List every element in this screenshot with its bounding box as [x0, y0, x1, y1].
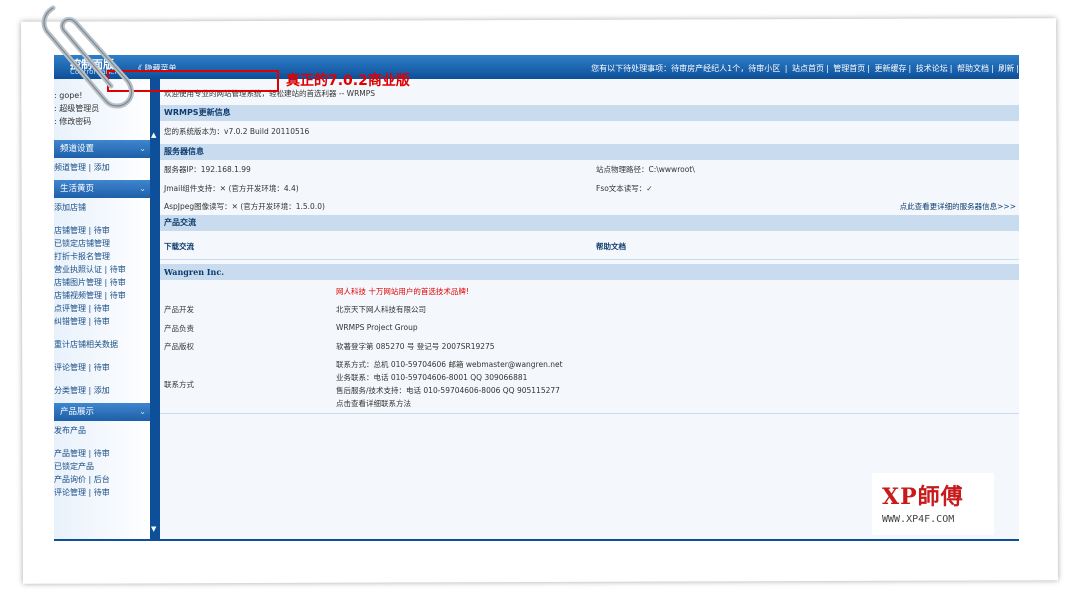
pending-tasks-text[interactable]: 您有以下待处理事项：待审房产经纪人1个，待审小区	[591, 64, 780, 73]
sidebar-item[interactable]: 产品询价 | 后台	[54, 473, 150, 486]
sidebar-item[interactable]: 点评管理 | 待审	[54, 302, 150, 315]
sidebar-items-channel: 频道管理 | 添加	[54, 158, 150, 174]
divider	[160, 413, 1019, 414]
sidebar-item[interactable]: 打折卡报名管理	[54, 250, 150, 263]
watermark-url: WWW.XP4F.COM	[882, 514, 955, 525]
sidebar-item[interactable]: 分类管理 | 添加	[54, 384, 150, 397]
main-content: 欢迎使用专业的网站管理系统，轻松建站的首选利器 -- WRMPS WRMPS更新…	[160, 79, 1019, 541]
top-link-update-cache[interactable]: 更新缓存	[875, 64, 907, 73]
version-text: 您的系统版本为：v7.0.2 Build 20110516	[164, 127, 310, 136]
sidebar-item[interactable]: 店铺视频管理 | 待审	[54, 289, 150, 302]
divider	[160, 259, 1019, 260]
top-link-refresh[interactable]: 刷新	[998, 64, 1014, 73]
sidebar-items-yellowpages: 添加店铺 店铺管理 | 待审 已锁定店铺管理 打折卡报名管理 营业执照认证 | …	[54, 198, 150, 397]
sidebar-item[interactable]: 已锁定产品	[54, 460, 150, 473]
chevron-down-icon: ⌄	[139, 144, 146, 153]
top-link-help[interactable]: 帮助文档	[957, 64, 989, 73]
watermark-logo: XP師傅 WWW.XP4F.COM	[872, 473, 994, 535]
contact-label: 联系方式	[164, 380, 194, 389]
sidebar-item[interactable]: 发布产品	[54, 424, 150, 437]
contact-line: 业务联系：电话 010-59704606-8001 QQ 309066881	[336, 373, 528, 382]
sidebar-item[interactable]: 店铺图片管理 | 待审	[54, 276, 150, 289]
sidebar-item[interactable]: 产品管理 | 待审	[54, 447, 150, 460]
sidebar-item[interactable]: 评论管理 | 待审	[54, 361, 150, 374]
contact-details-link[interactable]: 点击查看详细联系方法	[336, 398, 411, 409]
sidebar-item[interactable]: 已锁定店铺管理	[54, 237, 150, 250]
site-path: 站点物理路径：C:\wwwroot\	[596, 165, 695, 174]
sidebar-item[interactable]: 评论管理 | 待审	[54, 486, 150, 499]
dev-label: 产品开发	[164, 305, 194, 314]
sidebar-section-yellowpages[interactable]: 生活黄页 ⌄	[54, 180, 150, 198]
sidebar-section-channel[interactable]: 频道设置 ⌄	[54, 140, 150, 158]
sidebar-scrollbar[interactable]: ▲ ▼	[150, 79, 160, 541]
sidebar-item[interactable]: 频道管理 | 添加	[54, 161, 150, 174]
contact-line: 联系方式：总机 010-59704606 邮箱 webmaster@wangre…	[336, 360, 563, 369]
paperclip-icon	[41, 5, 135, 109]
top-link-admin-home[interactable]: 管理首页	[833, 64, 865, 73]
more-server-info-link[interactable]: 点此查看更详细的服务器信息>>>	[900, 201, 1016, 212]
fso-support: Fso文本读写：✓	[596, 184, 653, 193]
change-password-link[interactable]: : 修改密码	[54, 115, 150, 128]
sidebar-item[interactable]: 重计店铺相关数据	[54, 338, 150, 351]
sidebar: : gope! : 超级管理员 : 修改密码 频道设置 ⌄ 频道管理 | 添加 …	[54, 79, 150, 541]
chevron-down-icon: ⌄	[139, 407, 146, 416]
lead-value: WRMPS Project Group	[336, 323, 418, 332]
top-links: 您有以下待处理事项：待审房产经纪人1个，待审小区 | 站点首页 | 管理首页 | 更…	[591, 64, 1019, 73]
product-exchange-header: 产品交流	[160, 215, 1019, 231]
aspjpeg-support: AspJpeg图像读写：✕ (官方开发环境：1.5.0.0)	[164, 202, 325, 211]
scroll-up-arrow-icon[interactable]: ▲	[151, 131, 156, 139]
sidebar-item[interactable]: 添加店铺	[54, 201, 150, 214]
jmail-support: Jmail组件支持：✕ (官方开发环境：4.4)	[164, 184, 299, 193]
bottom-border	[54, 539, 1019, 541]
copyright-label: 产品版权	[164, 342, 194, 351]
top-link-forum[interactable]: 技术论坛	[916, 64, 948, 73]
admin-screenshot: 控制面版 Control Panel 《 隐藏菜单 您有以下待处理事项：待审房产…	[54, 55, 1019, 541]
top-link-site-home[interactable]: 站点首页	[792, 64, 824, 73]
update-info-header: WRMPS更新信息	[160, 105, 1019, 121]
lead-label: 产品负责	[164, 324, 194, 333]
help-doc-link[interactable]: 帮助文档	[596, 241, 626, 252]
sidebar-section-title: 频道设置	[60, 144, 95, 154]
scroll-down-arrow-icon[interactable]: ▼	[151, 525, 156, 533]
copyright-value: 软著登字第 085270 号 登记号 2007SR19275	[336, 342, 495, 351]
chevron-down-icon: ⌄	[139, 184, 146, 193]
sidebar-item[interactable]: 营业执照认证 | 待审	[54, 263, 150, 276]
server-ip: 服务器IP：192.168.1.99	[164, 165, 251, 174]
version-annotation: 真正的7.0.2商业版	[286, 73, 410, 89]
sidebar-section-title: 产品展示	[60, 407, 95, 417]
sidebar-item[interactable]: 纠错管理 | 待审	[54, 315, 150, 328]
sidebar-section-products[interactable]: 产品展示 ⌄	[54, 403, 150, 421]
dev-value: 北京天下网人科技有限公司	[336, 305, 426, 314]
watermark-title: XP師傅	[882, 484, 964, 510]
company-header: Wangren Inc.	[160, 264, 1019, 280]
slogan-text: 网人科技 十万网站用户的首选技术品牌!	[336, 287, 469, 296]
sidebar-item[interactable]: 店铺管理 | 待审	[54, 224, 150, 237]
download-link[interactable]: 下载交流	[164, 241, 194, 252]
contact-line: 售后服务/技术支持：电话 010-59704606-8006 QQ 905115…	[336, 386, 560, 395]
sidebar-section-title: 生活黄页	[60, 184, 95, 194]
sidebar-items-products: 发布产品 产品管理 | 待审 已锁定产品 产品询价 | 后台 评论管理 | 待审	[54, 421, 150, 499]
server-info-header: 服务器信息	[160, 144, 1019, 160]
